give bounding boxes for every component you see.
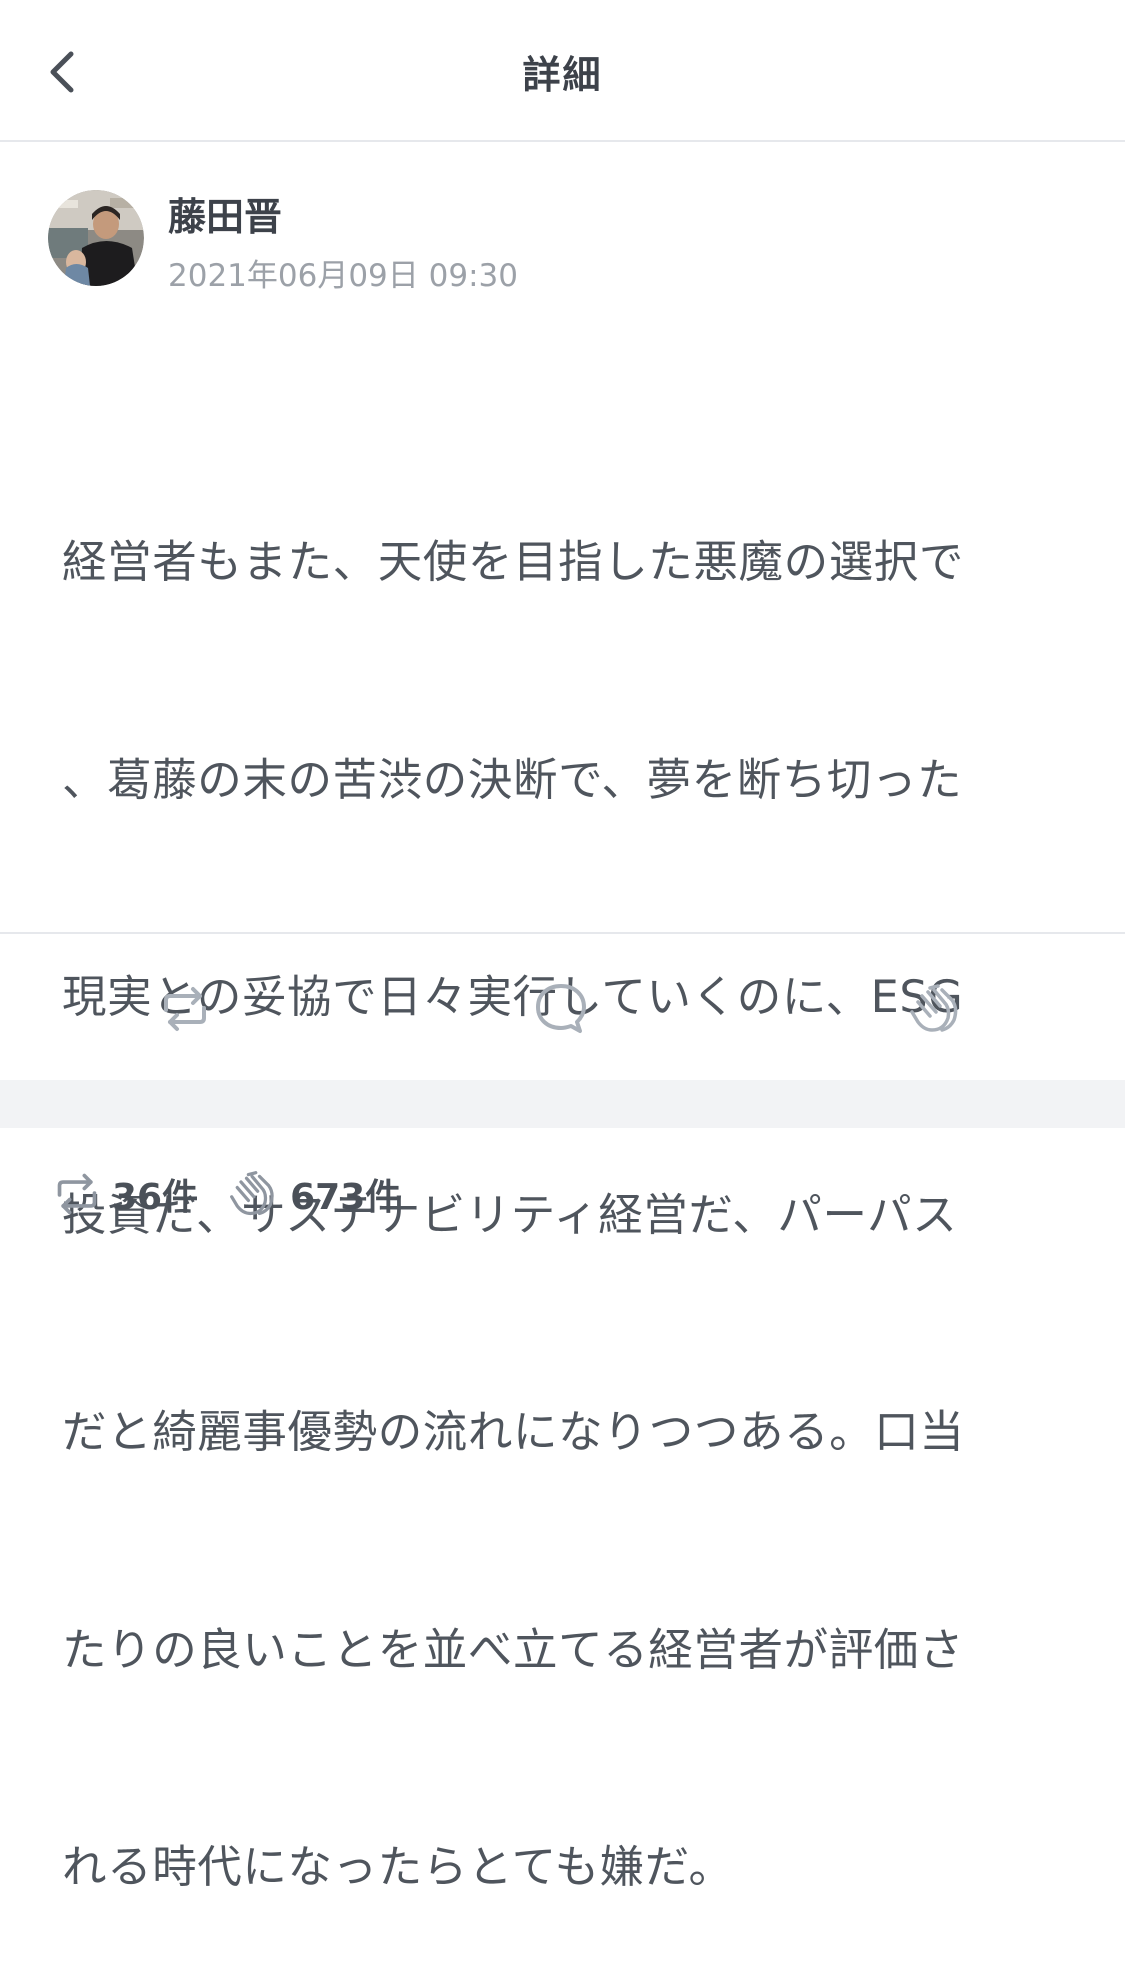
author-avatar[interactable] <box>48 190 144 286</box>
clap-count: 673件 <box>290 1177 402 1218</box>
repost-count-stat[interactable]: 36件 <box>54 1168 198 1220</box>
clap-icon <box>910 984 958 1032</box>
section-divider-band <box>0 1080 1125 1128</box>
clap-icon <box>230 1171 274 1216</box>
clap-count-stat[interactable]: 673件 <box>228 1168 401 1220</box>
post-timestamp: 2021年06月09日 09:30 <box>168 258 518 294</box>
repost-count: 36件 <box>112 1177 199 1218</box>
repost-button[interactable] <box>150 974 220 1044</box>
action-bar <box>0 932 1125 1080</box>
post-text-line: 、葛藤の末の苦渋の決断で、夢を断ち切った <box>62 754 963 806</box>
post-text-line: だと綺麗事優勢の流れになりつつある。口当 <box>62 1407 965 1458</box>
comment-button[interactable] <box>526 974 596 1044</box>
post-text-line: れる時代になったらとても嫌だ。 <box>62 1842 734 1893</box>
top-bar: 詳細 <box>0 0 1125 142</box>
comment-icon <box>536 984 586 1033</box>
repost-icon <box>164 987 206 1031</box>
post-text-line: たりの良いことを並べ立てる経営者が評価さ <box>62 1624 965 1676</box>
author-name[interactable]: 藤田晋 <box>168 186 282 241</box>
repost-icon <box>57 1173 97 1215</box>
clap-button[interactable] <box>900 974 970 1044</box>
reaction-stats: 36件 673件 <box>54 1166 431 1222</box>
avatar-photo <box>48 190 144 286</box>
page-title: 詳細 <box>522 52 603 97</box>
post-text-line: 経営者もまた、天使を目指した悪魔の選択で <box>62 537 965 588</box>
